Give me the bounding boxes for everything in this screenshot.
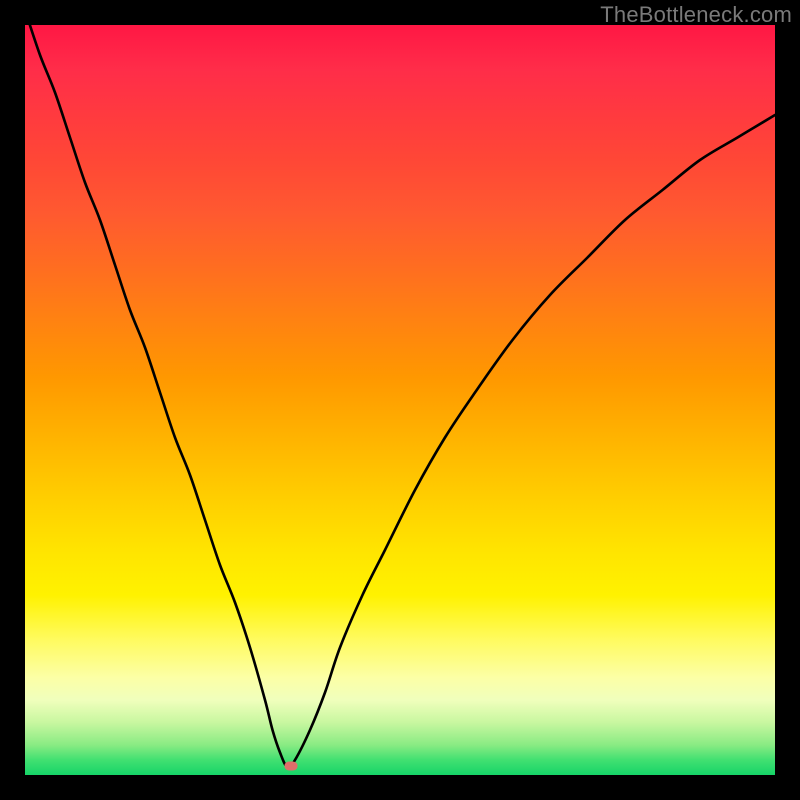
plot-area — [25, 25, 775, 775]
watermark-text: TheBottleneck.com — [600, 2, 792, 28]
chart-frame: TheBottleneck.com — [0, 0, 800, 800]
bottleneck-curve — [25, 25, 775, 775]
optimum-marker — [285, 762, 298, 771]
